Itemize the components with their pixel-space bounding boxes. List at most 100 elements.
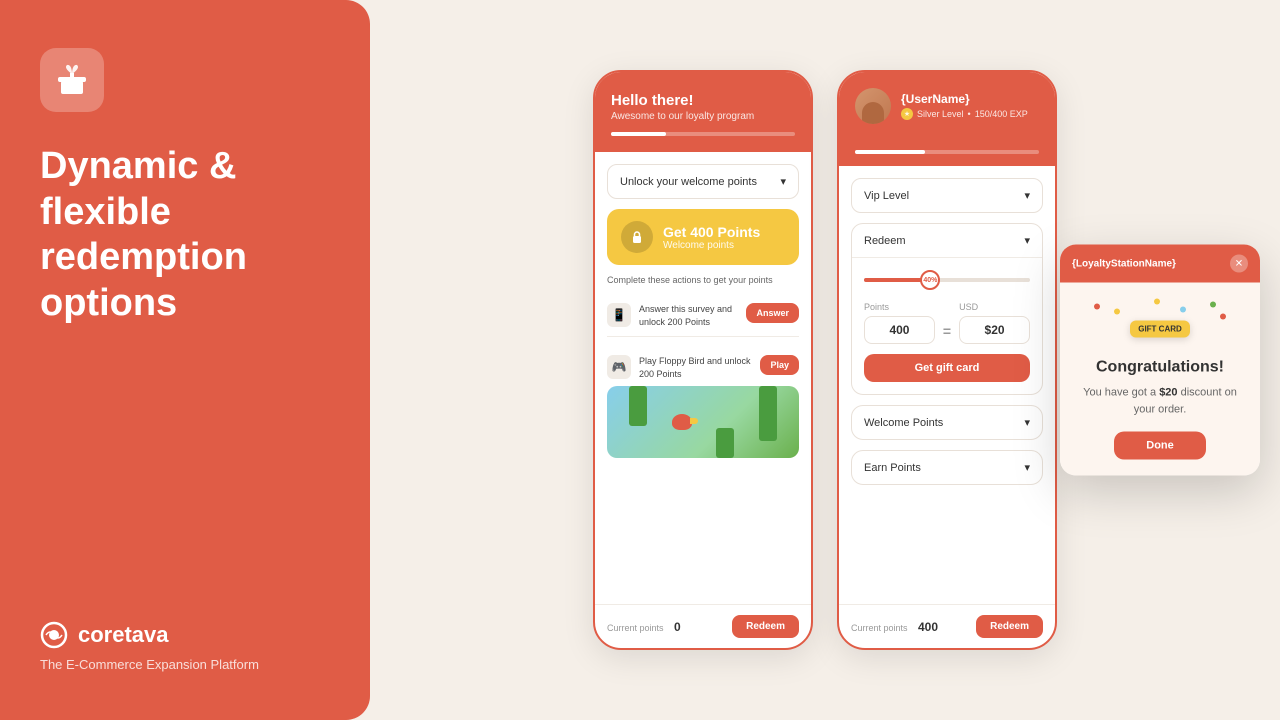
points-slider[interactable]: 40%	[864, 270, 1030, 290]
username: {UserName}	[901, 92, 1039, 106]
action-game: 🎮 Play Floppy Bird and unlock 200 Points…	[607, 347, 799, 466]
redeem-label: Redeem	[864, 235, 906, 247]
action-survey: 📱 Answer this survey and unlock 200 Poin…	[607, 295, 799, 337]
redeem-chevron: ▾	[1024, 234, 1030, 247]
action-game-text: Play Floppy Bird and unlock 200 Points	[639, 355, 752, 380]
game-preview	[607, 386, 799, 458]
confetti-dot-5	[1154, 299, 1160, 305]
points-input: 400	[864, 316, 935, 344]
popup-title: Congratulations!	[1074, 359, 1246, 377]
level-text: Silver Level	[917, 109, 964, 119]
vip-chevron: ▾	[1024, 189, 1030, 202]
popup-desc-text: You have got a	[1083, 387, 1156, 399]
congratulations-popup: {LoyaltyStationName} ✕ GIFT CARD Congrat…	[1060, 245, 1260, 476]
user-info: {UserName} ★ Silver Level • 150/400 EXP	[901, 92, 1039, 120]
phone2-progress-fill	[855, 150, 925, 154]
welcome-card-text: Get 400 Points Welcome points	[663, 224, 760, 251]
phone1-greeting: Hello there!	[611, 92, 795, 109]
points-col-label: Points	[864, 302, 935, 312]
get-points-label: Get 400 Points	[663, 224, 760, 240]
pipe-bottom-right	[716, 428, 734, 458]
actions-label: Complete these actions to get your point…	[607, 275, 799, 285]
phone1-progress-bar	[611, 132, 795, 136]
right-content: Hello there! Awesome to our loyalty prog…	[370, 0, 1280, 720]
popup-amount: $20	[1159, 387, 1177, 399]
confetti-dot-1	[1094, 304, 1100, 310]
play-button[interactable]: Play	[760, 355, 799, 375]
earn-points-label: Earn Points	[864, 462, 921, 474]
redeem-section-header[interactable]: Redeem ▾	[852, 224, 1042, 258]
get-gift-card-button[interactable]: Get gift card	[864, 354, 1030, 382]
phone1-footer: Current points 0 Redeem	[595, 604, 811, 648]
welcome-points-accordion[interactable]: Welcome Points ▾	[851, 405, 1043, 440]
station-name: {LoyaltyStationName}	[1072, 258, 1176, 269]
confetti-dot-6	[1180, 307, 1186, 313]
usd-column: USD $20	[959, 302, 1030, 344]
phone-mockup-2: {UserName} ★ Silver Level • 150/400 EXP …	[837, 70, 1057, 650]
popup-header: {LoyaltyStationName} ✕	[1060, 245, 1260, 283]
redeem-section: Redeem ▾ 40% Points 400	[851, 223, 1043, 395]
phone2-footer: Current points 400 Redeem	[839, 604, 1055, 648]
level-badge: ★	[901, 108, 913, 120]
welcome-points-sublabel: Welcome points	[663, 240, 760, 251]
phone1-dropdown-label: Unlock your welcome points	[620, 176, 757, 188]
coretava-icon	[40, 621, 68, 649]
phone1-dropdown-chevron: ▾	[780, 175, 786, 188]
redeem-button-1[interactable]: Redeem	[732, 615, 799, 638]
popup-body: GIFT CARD Congratulations! You have got …	[1060, 283, 1260, 476]
confetti-dot-3	[1210, 302, 1216, 308]
floppy-bird	[672, 414, 692, 430]
user-level: ★ Silver Level • 150/400 EXP	[901, 108, 1039, 120]
phone2-body: Vip Level ▾ Redeem ▾ 40%	[839, 166, 1055, 604]
phone1-sub-greeting: Awesome to our loyalty program	[611, 111, 795, 122]
gift-icon	[40, 48, 104, 112]
confetti-dot-4	[1220, 314, 1226, 320]
gift-card-badge: GIFT CARD	[1130, 320, 1190, 337]
popup-description: You have got a $20 discount on your orde…	[1074, 385, 1246, 418]
usd-col-label: USD	[959, 302, 1030, 312]
current-points-value-1: 0	[674, 620, 681, 634]
coretava-logo: coretava The E-Commerce Expansion Platfo…	[40, 621, 330, 672]
separator: •	[968, 109, 971, 119]
action-survey-text: Answer this survey and unlock 200 Points	[639, 303, 738, 328]
confetti-dot-2	[1114, 309, 1120, 315]
welcome-points-label: Welcome Points	[864, 417, 943, 429]
redeem-body: 40% Points 400 = USD $20 G	[852, 258, 1042, 394]
game-icon: 🎮	[607, 355, 631, 379]
earn-points-chevron: ▾	[1024, 461, 1030, 474]
welcome-points-chevron: ▾	[1024, 416, 1030, 429]
done-button[interactable]: Done	[1114, 432, 1206, 460]
phone1-dropdown[interactable]: Unlock your welcome points ▾	[607, 164, 799, 199]
current-points-value-2: 400	[918, 620, 938, 634]
phone-mockup-1: Hello there! Awesome to our loyalty prog…	[593, 70, 813, 650]
usd-input: $20	[959, 316, 1030, 344]
pipe-top-left	[629, 386, 647, 426]
popup-close-button[interactable]: ✕	[1230, 255, 1248, 273]
earn-points-accordion[interactable]: Earn Points ▾	[851, 450, 1043, 485]
survey-icon: 📱	[607, 303, 631, 327]
coretava-tagline: The E-Commerce Expansion Platform	[40, 657, 330, 672]
phone1-body: Unlock your welcome points ▾ Get 400 Poi…	[595, 152, 811, 604]
equals-sign: =	[943, 323, 951, 339]
lock-icon	[621, 221, 653, 253]
main-heading: Dynamic & flexible redemption options	[40, 144, 330, 326]
left-panel: Dynamic & flexible redemption options co…	[0, 0, 370, 720]
welcome-points-card: Get 400 Points Welcome points	[607, 209, 799, 265]
phone1-progress-fill	[611, 132, 666, 136]
answer-button[interactable]: Answer	[746, 303, 799, 323]
current-points-label-1: Current points	[607, 623, 664, 633]
pipe-top-right	[759, 386, 777, 441]
redeem-button-2[interactable]: Redeem	[976, 615, 1043, 638]
points-usd-row: Points 400 = USD $20	[864, 302, 1030, 344]
points-column: Points 400	[864, 302, 935, 344]
slider-thumb[interactable]: 40%	[920, 270, 940, 290]
phone2-progress-bar	[855, 150, 1039, 154]
user-avatar	[855, 88, 891, 124]
confetti-area: GIFT CARD	[1074, 299, 1246, 359]
exp-text: 150/400 EXP	[975, 109, 1028, 119]
vip-label: Vip Level	[864, 190, 909, 202]
current-points-label-2: Current points	[851, 623, 908, 633]
phone1-header: Hello there! Awesome to our loyalty prog…	[595, 72, 811, 152]
coretava-brand: coretava	[40, 621, 330, 649]
vip-dropdown[interactable]: Vip Level ▾	[851, 178, 1043, 213]
